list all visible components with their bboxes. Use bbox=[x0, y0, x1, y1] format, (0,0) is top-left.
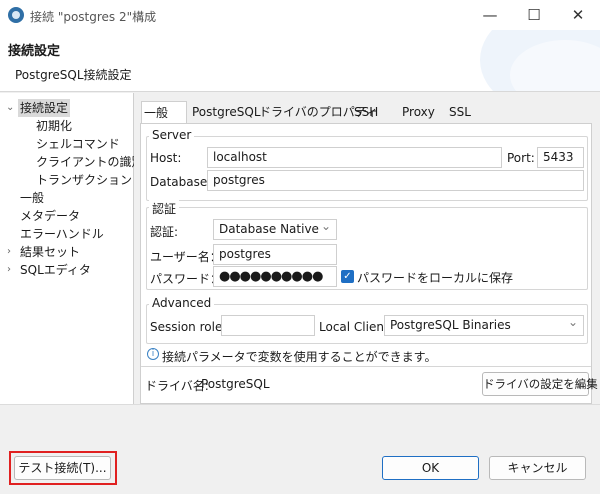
general-tab-content: Server Host: localhost Port: 5433 Databa… bbox=[140, 123, 598, 404]
host-label: Host: bbox=[150, 151, 182, 165]
driver-name: PostgreSQL bbox=[201, 377, 270, 391]
dialog-header: 接続設定 PostgreSQL接続設定 bbox=[0, 30, 600, 92]
password-label: パスワード： bbox=[150, 272, 223, 286]
title-bar: 接続 "postgres 2"構成 — ☐ ✕ bbox=[0, 0, 600, 30]
port-input[interactable]: 5433 bbox=[537, 147, 584, 168]
port-label: Port: bbox=[507, 151, 535, 165]
close-icon[interactable]: ✕ bbox=[556, 0, 600, 30]
username-label: ユーザー名： bbox=[150, 250, 222, 264]
maximize-icon[interactable]: ☐ bbox=[512, 0, 556, 30]
tab-general[interactable]: 一般 bbox=[141, 101, 187, 124]
tree-item-initialization[interactable]: 初期化 bbox=[36, 117, 72, 135]
tree-item-result-sets[interactable]: 結果セット bbox=[20, 243, 80, 261]
tree-item-transactions[interactable]: トランザクション bbox=[36, 171, 132, 189]
info-text: 接続パラメータで変数を使用することができます。 bbox=[162, 350, 437, 364]
database-input[interactable]: postgres bbox=[207, 170, 584, 191]
minimize-icon[interactable]: — bbox=[468, 0, 512, 30]
ok-button[interactable]: OK bbox=[382, 456, 479, 480]
advanced-group-label: Advanced bbox=[149, 296, 215, 310]
auth-group-label: 認証 bbox=[149, 200, 180, 217]
page-title: 接続設定 bbox=[8, 44, 61, 59]
auth-method-label: 認証: bbox=[150, 225, 179, 239]
host-input[interactable]: localhost bbox=[207, 147, 502, 168]
settings-tree: ⌄ 接続設定 初期化 シェルコマンド クライアントの識別 トランザクション 一般… bbox=[0, 93, 144, 404]
save-password-checkbox[interactable]: ✓ bbox=[341, 270, 354, 283]
dbeaver-app-icon bbox=[8, 7, 24, 23]
page-subtitle: PostgreSQL接続設定 bbox=[15, 68, 132, 82]
tab-ssh[interactable]: SSH bbox=[352, 101, 380, 123]
local-client-label: Local Client: bbox=[319, 320, 393, 334]
tree-item-general[interactable]: 一般 bbox=[20, 189, 44, 207]
username-input[interactable]: postgres bbox=[213, 244, 337, 265]
server-group-label: Server bbox=[149, 128, 195, 142]
edit-driver-settings-button[interactable]: ドライバの設定を編集 bbox=[482, 372, 598, 396]
info-icon: i bbox=[147, 348, 159, 360]
tree-item-connection-settings[interactable]: 接続設定 bbox=[18, 99, 71, 117]
test-connection-button[interactable]: テスト接続(T)... bbox=[14, 456, 111, 480]
tree-item-client-identification[interactable]: クライアントの識別 bbox=[36, 153, 144, 171]
session-role-input[interactable] bbox=[221, 315, 315, 336]
chevron-down-icon[interactable]: ⌄ bbox=[6, 99, 16, 117]
window-title: 接続 "postgres 2"構成 bbox=[30, 10, 157, 24]
tab-proxy[interactable]: Proxy bbox=[400, 101, 437, 123]
tree-item-metadata[interactable]: メタデータ bbox=[20, 207, 80, 225]
divider bbox=[141, 366, 591, 367]
cancel-button[interactable]: キャンセル bbox=[489, 456, 586, 480]
auth-method-select[interactable]: Database Native bbox=[213, 219, 337, 240]
chevron-right-icon[interactable]: › bbox=[7, 261, 17, 279]
local-client-select[interactable]: PostgreSQL Binaries bbox=[384, 315, 584, 336]
tab-postgresql[interactable]: PostgreSQL bbox=[190, 101, 263, 123]
server-group bbox=[146, 136, 588, 201]
driver-label: ドライバ名: bbox=[145, 379, 209, 393]
save-password-label: パスワードをローカルに保存 bbox=[357, 271, 514, 285]
password-input[interactable]: ●●●●●●●●●● bbox=[213, 266, 337, 287]
tree-item-shell-commands[interactable]: シェルコマンド bbox=[36, 135, 120, 153]
chevron-right-icon[interactable]: › bbox=[7, 243, 17, 261]
tree-item-sql-editor[interactable]: SQLエディタ bbox=[20, 261, 91, 279]
database-label: Database: bbox=[150, 175, 212, 189]
tab-ssl[interactable]: SSL bbox=[447, 101, 473, 123]
session-role-label: Session role: bbox=[150, 320, 227, 334]
tree-item-error-handling[interactable]: エラーハンドル bbox=[20, 225, 104, 243]
